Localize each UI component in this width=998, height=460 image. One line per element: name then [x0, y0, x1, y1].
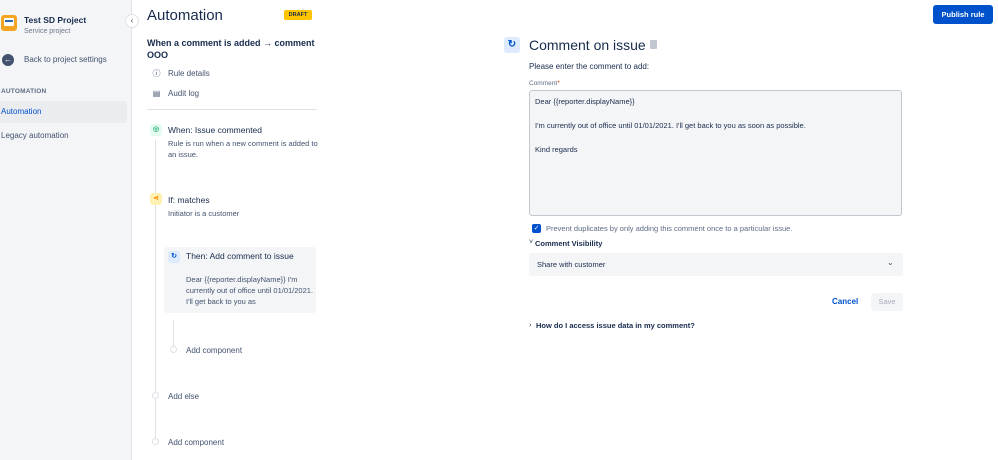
collapse-sidebar-button[interactable]: ‹ [125, 14, 139, 28]
comment-line: Dear {{reporter.displayName}} [535, 97, 635, 106]
branch-icon: ⋖ [150, 193, 162, 205]
panel-title: Comment on issue [529, 37, 646, 53]
add-comment-icon: ↻ [504, 37, 520, 53]
back-label: Back to project settings [24, 55, 107, 64]
audit-log-link[interactable]: ▤ Audit log [150, 87, 300, 101]
action-component[interactable]: ↻ Then: Add comment to issue Dear {{repo… [164, 247, 316, 313]
visibility-select-value: Share with customer [537, 260, 606, 269]
add-component-outer-button[interactable]: Add component [168, 438, 224, 447]
rule-details-link[interactable]: ⓘ Rule details [150, 67, 300, 81]
comment-trigger-icon: ◎ [150, 124, 162, 136]
visibility-select[interactable]: Share with customer ⌄ [529, 253, 903, 276]
rule-name[interactable]: When a comment is added → comment OOO [147, 37, 322, 61]
trash-icon[interactable] [650, 40, 657, 49]
comment-field-label: Comment* [529, 80, 560, 87]
comment-visibility-toggle[interactable]: ˅ Comment Visibility [529, 239, 649, 249]
chevron-down-icon: ˅ [529, 239, 534, 246]
add-component-dot [170, 346, 177, 353]
back-to-project-settings-link[interactable]: ← Back to project settings [0, 52, 130, 70]
comment-line: I'm currently out of office until 01/01/… [535, 121, 806, 130]
condition-title: If: matches [168, 195, 210, 205]
rule-details-label: Rule details [168, 69, 210, 78]
comment-visibility-heading: Comment Visibility [535, 239, 603, 248]
cancel-button[interactable]: Cancel [832, 297, 858, 306]
add-component-inner-button[interactable]: Add component [186, 346, 242, 355]
project-type: Service project [24, 28, 71, 35]
comment-line [535, 108, 896, 120]
comment-line: Kind regards [535, 145, 578, 154]
trigger-description: Rule is run when a new comment is added … [168, 139, 318, 159]
add-component-dot [152, 438, 159, 445]
add-else-dot [152, 392, 159, 399]
action-description: Dear {{reporter.displayName}} I'm curren… [186, 275, 314, 306]
help-label: How do I access issue data in my comment… [536, 321, 695, 330]
project-header[interactable]: Test SD Project Service project [0, 12, 120, 40]
component-config-panel: Publish rule ↻ Comment on issue Please e… [332, 0, 998, 460]
info-icon: ⓘ [152, 69, 161, 78]
prevent-duplicates-label: Prevent duplicates by only adding this c… [546, 224, 793, 233]
sidebar-item-legacy-automation[interactable]: Legacy automation [0, 125, 127, 147]
trigger-title: When: Issue commented [168, 125, 263, 135]
add-comment-icon: ↻ [168, 251, 180, 263]
arrow-left-icon: ← [2, 54, 14, 66]
comment-line [535, 132, 896, 144]
rule-editor-column: Automation DRAFT When a comment is added… [132, 0, 332, 460]
add-else-button[interactable]: Add else [168, 392, 199, 401]
status-badge: DRAFT [284, 10, 312, 20]
sidebar: Test SD Project Service project ← Back t… [0, 0, 132, 460]
section-heading: AUTOMATION [1, 88, 47, 95]
audit-log-label: Audit log [168, 89, 200, 98]
save-button[interactable]: Save [871, 293, 903, 311]
project-avatar-icon [1, 15, 17, 31]
project-name: Test SD Project [24, 15, 87, 25]
comment-textarea[interactable]: Dear {{reporter.displayName}} I'm curren… [529, 90, 902, 216]
chevron-right-icon: › [529, 320, 532, 329]
sidebar-item-automation[interactable]: Automation [0, 101, 127, 123]
publish-rule-button[interactable]: Publish rule [933, 5, 993, 24]
chevron-down-icon: ⌄ [887, 258, 894, 267]
divider [147, 109, 317, 110]
condition-description: Initiator is a customer [168, 209, 240, 218]
prevent-duplicates-checkbox[interactable]: ✓ [532, 224, 541, 233]
action-title: Then: Add comment to issue [186, 251, 294, 261]
page-title: Automation [147, 7, 223, 24]
help-expander[interactable]: › How do I access issue data in my comme… [529, 320, 729, 332]
panel-instruction: Please enter the comment to add: [529, 62, 650, 71]
document-icon: ▤ [152, 89, 161, 98]
